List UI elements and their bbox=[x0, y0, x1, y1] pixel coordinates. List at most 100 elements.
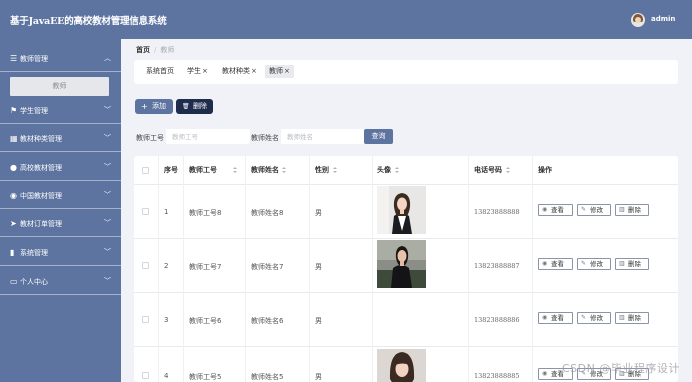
search-button[interactable]: 查询 bbox=[364, 129, 393, 144]
teacher-name-input[interactable] bbox=[281, 129, 365, 144]
sort-icon[interactable] bbox=[282, 167, 286, 173]
row-checkbox[interactable] bbox=[142, 316, 149, 323]
edit-button[interactable]: ✎ 修改 bbox=[577, 204, 611, 216]
bar-chart-icon: ▮ bbox=[10, 248, 15, 257]
user-icon: ● bbox=[10, 163, 17, 172]
view-button[interactable]: ◉ 查看 bbox=[538, 312, 573, 324]
tag-label: 教材种类 bbox=[222, 67, 250, 75]
pencil-icon: ✎ bbox=[581, 260, 587, 267]
row-checkbox[interactable] bbox=[142, 262, 149, 269]
sidebar-item-personal-center[interactable]: ▭ 个人中心 ﹀ bbox=[0, 267, 121, 295]
tag-student[interactable]: 学生× bbox=[183, 65, 212, 78]
teacher-photo bbox=[377, 186, 426, 234]
delete-row-button[interactable]: ▥ 删除 bbox=[615, 258, 649, 270]
edit-button[interactable]: ✎ 修改 bbox=[577, 312, 611, 324]
sidebar-item-label: 高校教材管理 bbox=[20, 164, 62, 172]
column-header-actions: 操作 bbox=[538, 166, 552, 174]
close-icon[interactable]: × bbox=[202, 67, 208, 75]
pencil-icon: ✎ bbox=[581, 314, 587, 321]
sidebar: ☰ 教师管理 ︿ 教师 ⚑ 学生管理 ﹀ ▦ 教材种类管理 ﹀ ● 高校教材管理… bbox=[0, 39, 121, 382]
sort-icon[interactable] bbox=[506, 167, 510, 173]
row-index: 1 bbox=[164, 208, 169, 216]
column-header-gender[interactable]: 性别 bbox=[315, 156, 329, 184]
row-checkbox[interactable] bbox=[142, 208, 149, 215]
row-index: 2 bbox=[164, 262, 169, 270]
delete-label: 删除 bbox=[628, 260, 641, 268]
gender-cell: 男 bbox=[315, 263, 322, 271]
view-label: 查看 bbox=[551, 206, 564, 214]
tag-home[interactable]: 系统首页 bbox=[142, 65, 178, 78]
teacher-id-input[interactable] bbox=[166, 129, 250, 144]
tag-teacher[interactable]: 教师× bbox=[265, 65, 294, 78]
sidebar-item-label: 教材种类管理 bbox=[20, 135, 62, 143]
teacher-name-cell: 教师姓名6 bbox=[251, 317, 284, 325]
sidebar-item-label: 教师管理 bbox=[20, 55, 48, 63]
edit-label: 修改 bbox=[590, 314, 603, 322]
sidebar-item-university-textbook-management[interactable]: ● 高校教材管理 ﹀ bbox=[0, 153, 121, 181]
top-bar: 基于JavaEE的高校教材管理信息系统 admin bbox=[0, 0, 692, 39]
edit-label: 修改 bbox=[590, 260, 603, 268]
column-header-avatar[interactable]: 头像 bbox=[377, 156, 391, 184]
submenu-item-teacher[interactable]: 教师 bbox=[10, 77, 109, 96]
watermark: CSDN @毕业程序设计 bbox=[562, 362, 680, 375]
add-button[interactable]: + 添加 bbox=[135, 99, 173, 114]
close-icon[interactable]: × bbox=[284, 67, 290, 75]
tag-label: 教师 bbox=[269, 67, 283, 75]
delete-button[interactable]: 🗑 删除 bbox=[176, 99, 213, 114]
phone-cell: 13823888887 bbox=[474, 262, 520, 270]
chevron-down-icon: ﹀ bbox=[104, 277, 111, 285]
edit-label: 修改 bbox=[590, 206, 603, 214]
delete-label: 删除 bbox=[628, 206, 641, 214]
column-header-teacher-id[interactable]: 教师工号 bbox=[189, 156, 217, 184]
chevron-down-icon: ﹀ bbox=[104, 134, 111, 142]
username[interactable]: admin bbox=[651, 15, 675, 23]
gender-cell: 男 bbox=[315, 209, 322, 217]
breadcrumb: 首页 / 教师 bbox=[136, 45, 174, 55]
delete-row-button[interactable]: ▥ 删除 bbox=[615, 204, 649, 216]
sort-icon[interactable] bbox=[233, 167, 237, 173]
sidebar-item-teacher-management[interactable]: ☰ 教师管理 ︿ bbox=[0, 44, 121, 72]
teacher-name-cell: 教师姓名8 bbox=[251, 209, 284, 217]
delete-row-button[interactable]: ▥ 删除 bbox=[615, 312, 649, 324]
id-card-icon: ▭ bbox=[10, 277, 18, 286]
view-label: 查看 bbox=[551, 314, 564, 322]
edit-button[interactable]: ✎ 修改 bbox=[577, 258, 611, 270]
teacher-id-cell: 教师工号6 bbox=[189, 317, 222, 325]
teacher-photo bbox=[377, 349, 426, 382]
tag-textbook-type[interactable]: 教材种类× bbox=[218, 65, 261, 78]
chevron-down-icon: ﹀ bbox=[104, 191, 111, 199]
column-header-phone[interactable]: 电话号码 bbox=[474, 156, 502, 184]
column-header-teacher-name[interactable]: 教师姓名 bbox=[251, 156, 279, 184]
sidebar-item-student-management[interactable]: ⚑ 学生管理 ﹀ bbox=[0, 96, 121, 124]
teacher-id-label: 教师工号 bbox=[136, 134, 164, 142]
row-checkbox[interactable] bbox=[142, 372, 149, 379]
sidebar-item-textbook-type-management[interactable]: ▦ 教材种类管理 ﹀ bbox=[0, 124, 121, 152]
teacher-photo bbox=[377, 240, 426, 288]
sidebar-item-label: 个人中心 bbox=[20, 278, 48, 286]
sort-icon[interactable] bbox=[333, 167, 337, 173]
chevron-down-icon: ﹀ bbox=[104, 163, 111, 171]
sidebar-item-textbook-order-management[interactable]: ➤ 教材订单管理 ﹀ bbox=[0, 209, 121, 237]
tags-bar: 系统首页 学生× 教材种类× 教师× bbox=[134, 60, 678, 84]
app-title: 基于JavaEE的高校教材管理信息系统 bbox=[10, 16, 167, 27]
sort-icon[interactable] bbox=[395, 167, 399, 173]
select-all-checkbox[interactable] bbox=[142, 167, 149, 174]
sidebar-item-label: 教材订单管理 bbox=[20, 220, 62, 228]
sidebar-item-system-management[interactable]: ▮ 系统管理 ﹀ bbox=[0, 238, 121, 266]
chevron-up-icon: ︿ bbox=[104, 54, 111, 62]
user-avatar[interactable] bbox=[631, 13, 645, 27]
add-button-label: 添加 bbox=[152, 102, 166, 110]
view-button[interactable]: ◉ 查看 bbox=[538, 258, 573, 270]
pencil-icon: ✎ bbox=[581, 206, 587, 213]
teacher-id-cell: 教师工号8 bbox=[189, 209, 222, 217]
breadcrumb-home[interactable]: 首页 bbox=[136, 46, 150, 54]
sidebar-item-china-textbook-management[interactable]: ◉ 中国教材管理 ﹀ bbox=[0, 181, 121, 209]
close-icon[interactable]: × bbox=[251, 67, 257, 75]
teacher-id-cell: 教师工号5 bbox=[189, 373, 222, 381]
sidebar-item-label: 系统管理 bbox=[20, 249, 48, 257]
chevron-down-icon: ﹀ bbox=[104, 106, 111, 114]
view-button[interactable]: ◉ 查看 bbox=[538, 204, 573, 216]
location-icon: ◉ bbox=[10, 191, 17, 200]
eye-icon: ◉ bbox=[542, 260, 548, 267]
phone-cell: 13823888885 bbox=[474, 372, 520, 380]
